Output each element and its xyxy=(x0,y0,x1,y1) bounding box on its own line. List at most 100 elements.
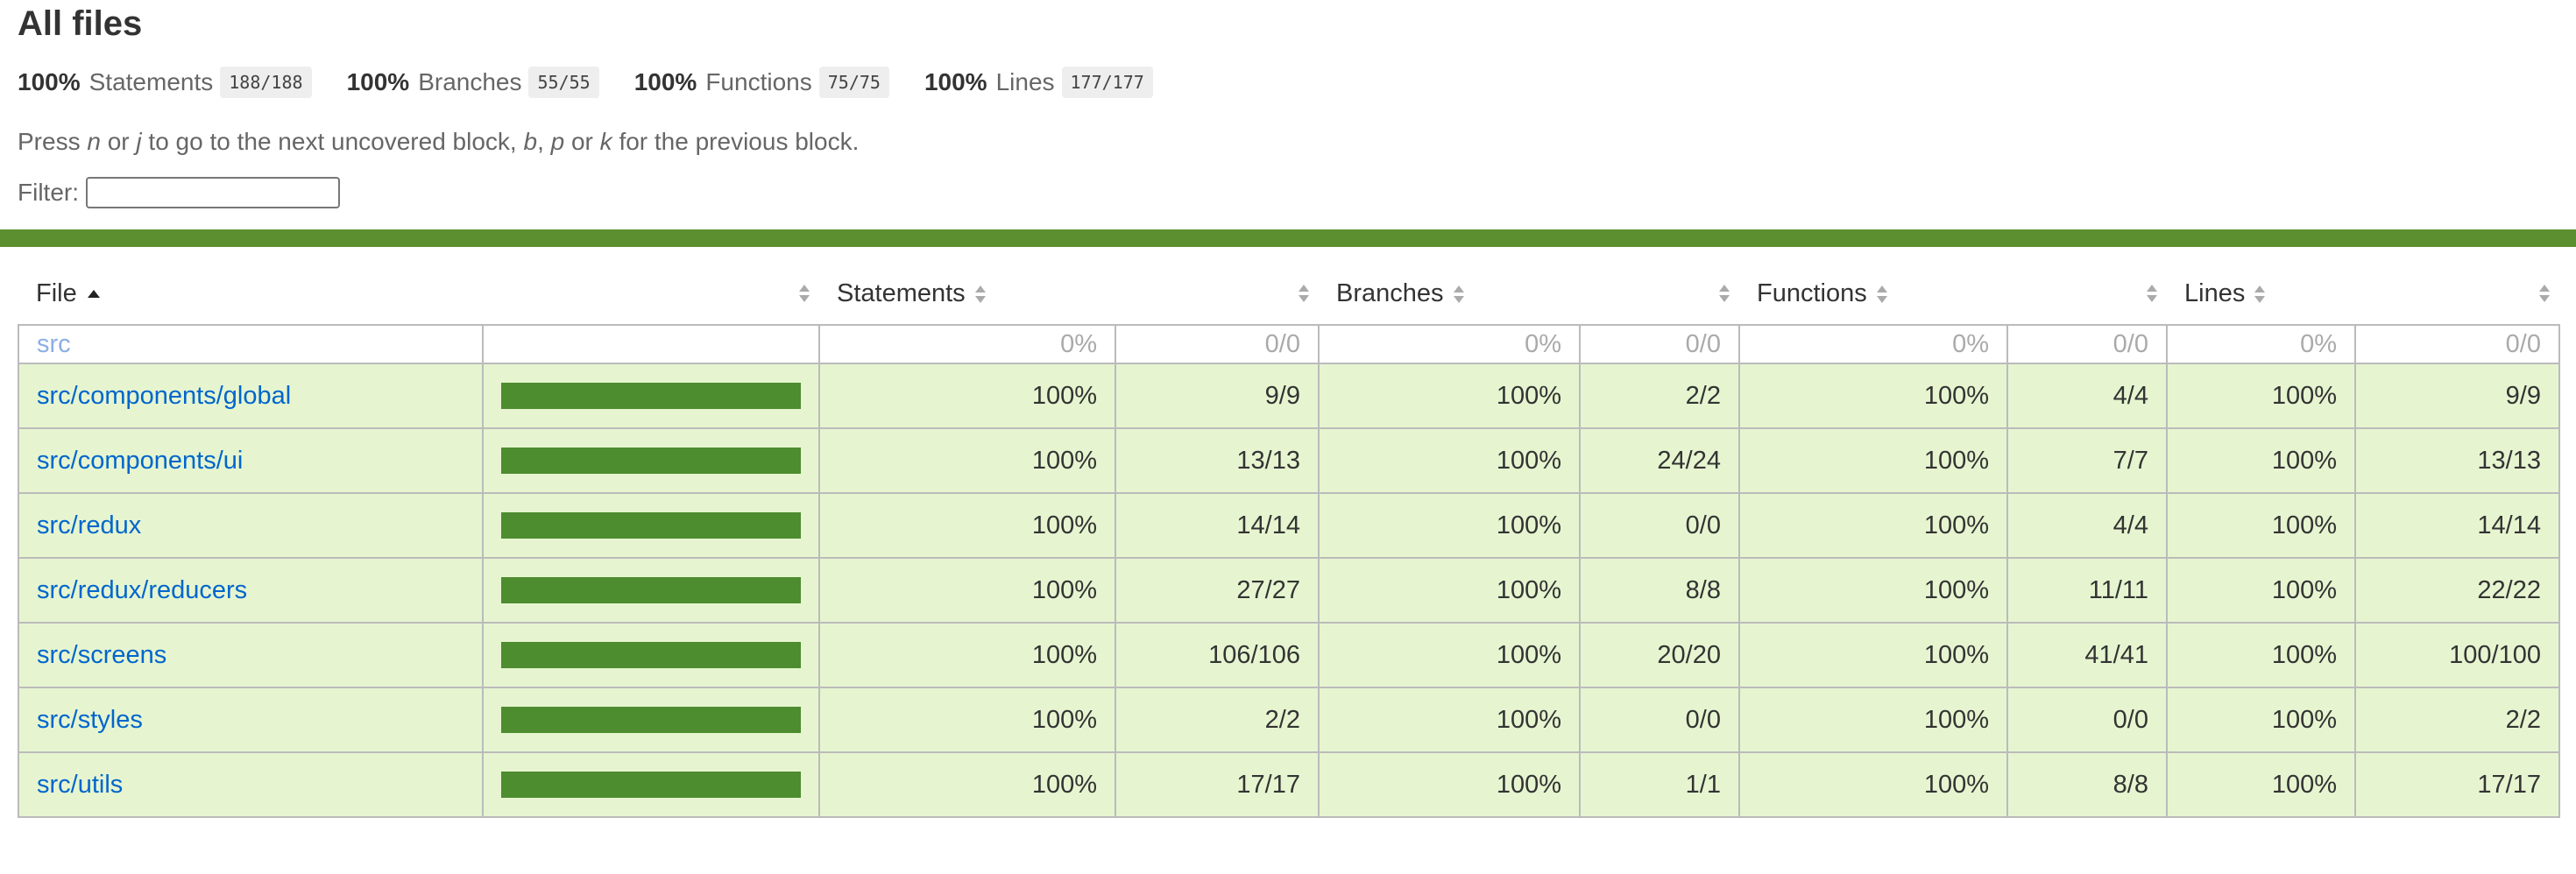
file-link[interactable]: src/components/ui xyxy=(37,447,243,475)
branches-pct: 100% xyxy=(1318,557,1581,624)
header-label: Statements xyxy=(837,278,966,307)
statements-pct: 100% xyxy=(818,363,1116,429)
lines-fraction: 0/0 xyxy=(2354,324,2560,364)
lines-pct: 100% xyxy=(2166,492,2356,559)
branches-fraction: 0/0 xyxy=(1579,687,1740,753)
lines-fraction: 2/2 xyxy=(2354,687,2560,753)
branches-pct: 0% xyxy=(1318,324,1581,364)
file-link[interactable]: src/redux xyxy=(37,511,141,539)
header-lines[interactable]: Lines xyxy=(2167,263,2355,325)
summary-statements: 100% Statements 188/188 xyxy=(18,67,312,98)
hint-text: , xyxy=(537,128,551,155)
lines-pct: 100% xyxy=(2166,622,2356,688)
coverage-bar-cell xyxy=(482,687,820,753)
summary-pct: 100% xyxy=(18,68,81,95)
hint-text: or xyxy=(564,128,600,155)
sort-icon xyxy=(798,284,810,303)
hint-key: p xyxy=(550,128,565,155)
coverage-bar-fill xyxy=(501,642,801,668)
header-functions[interactable]: Functions xyxy=(1739,263,2007,325)
table-row: src/components/global 100% 9/9 100% 2/2 100% 4… xyxy=(18,363,2560,429)
filter-label: Filter: xyxy=(18,179,79,206)
file-link[interactable]: src/components/global xyxy=(37,382,291,410)
statements-pct: 100% xyxy=(818,427,1116,494)
branches-pct: 100% xyxy=(1318,751,1581,818)
functions-pct: 100% xyxy=(1738,687,2008,753)
sort-icon xyxy=(1298,284,1310,303)
header-branches-raw[interactable] xyxy=(1580,263,1739,325)
coverage-bar xyxy=(501,707,801,733)
table-row: src 0% 0/0 0% 0/0 0% 0/0 0% 0/0 xyxy=(18,324,2560,364)
coverage-summary: 100% Statements 188/188 100% Branches 55… xyxy=(18,47,2558,117)
functions-fraction: 0/0 xyxy=(2006,324,2168,364)
header-lines-raw[interactable] xyxy=(2355,263,2559,325)
summary-lines: 100% Lines 177/177 xyxy=(924,67,1153,98)
header-label: Branches xyxy=(1336,278,1444,307)
summary-label: Lines xyxy=(995,68,1055,95)
branches-pct: 100% xyxy=(1318,363,1581,429)
file-cell: src xyxy=(18,324,484,364)
file-link[interactable]: src xyxy=(37,330,71,358)
branches-pct: 100% xyxy=(1318,427,1581,494)
lines-pct: 100% xyxy=(2166,687,2356,753)
file-link[interactable]: src/utils xyxy=(37,771,123,799)
branches-fraction: 2/2 xyxy=(1579,363,1740,429)
summary-fraction: 75/75 xyxy=(818,67,889,98)
statements-pct: 100% xyxy=(818,492,1116,559)
table-header: File Statements Branches Functions Lines xyxy=(18,263,2559,325)
hint-text: to go to the next uncovered block, xyxy=(141,128,524,155)
branches-fraction: 20/20 xyxy=(1579,622,1740,688)
sort-ascending-icon xyxy=(87,290,100,299)
coverage-bar-fill xyxy=(501,512,801,539)
lines-pct: 100% xyxy=(2166,427,2356,494)
sort-icon xyxy=(2538,284,2551,303)
lines-fraction: 14/14 xyxy=(2354,492,2560,559)
lines-fraction: 100/100 xyxy=(2354,622,2560,688)
summary-label: Branches xyxy=(418,68,522,95)
file-cell: src/components/global xyxy=(18,363,484,429)
header-statements[interactable]: Statements xyxy=(819,263,1115,325)
branches-fraction: 24/24 xyxy=(1579,427,1740,494)
filter-input[interactable] xyxy=(86,177,340,208)
file-link[interactable]: src/screens xyxy=(37,641,166,669)
sort-icon xyxy=(974,285,987,304)
statements-pct: 100% xyxy=(818,751,1116,818)
summary-pct: 100% xyxy=(346,68,410,95)
functions-fraction: 4/4 xyxy=(2006,363,2168,429)
file-cell: src/utils xyxy=(18,751,484,818)
file-link[interactable]: src/styles xyxy=(37,706,143,734)
hint-key: n xyxy=(87,128,101,155)
sort-icon xyxy=(2254,285,2266,304)
coverage-table: File Statements Branches Functions Lines… xyxy=(18,263,2560,818)
table-row: src/redux/reducers 100% 27/27 100% 8/8 100% 11… xyxy=(18,557,2560,624)
coverage-bar-cell xyxy=(482,324,820,364)
header-statements-raw[interactable] xyxy=(1115,263,1319,325)
header-file-bar[interactable] xyxy=(483,263,819,325)
table-row: src/screens 100% 106/106 100% 20/20 100% 41/41… xyxy=(18,622,2560,688)
statements-fraction: 106/106 xyxy=(1115,622,1320,688)
branches-pct: 100% xyxy=(1318,622,1581,688)
functions-fraction: 8/8 xyxy=(2006,751,2168,818)
branches-fraction: 8/8 xyxy=(1579,557,1740,624)
header-file[interactable]: File xyxy=(18,263,483,325)
coverage-bar-cell xyxy=(482,622,820,688)
branches-pct: 100% xyxy=(1318,492,1581,559)
statements-fraction: 13/13 xyxy=(1115,427,1320,494)
statements-fraction: 2/2 xyxy=(1115,687,1320,753)
file-link[interactable]: src/redux/reducers xyxy=(37,576,247,604)
functions-pct: 100% xyxy=(1738,427,2008,494)
header-label: File xyxy=(36,278,77,307)
coverage-bar-cell xyxy=(482,363,820,429)
coverage-bar-cell xyxy=(482,492,820,559)
statements-pct: 100% xyxy=(818,687,1116,753)
functions-pct: 100% xyxy=(1738,363,2008,429)
branches-fraction: 0/0 xyxy=(1579,492,1740,559)
lines-pct: 100% xyxy=(2166,751,2356,818)
coverage-bar-cell xyxy=(482,427,820,494)
summary-fraction: 55/55 xyxy=(528,67,599,98)
header-functions-raw[interactable] xyxy=(2007,263,2167,325)
header-branches[interactable]: Branches xyxy=(1319,263,1580,325)
lines-pct: 100% xyxy=(2166,363,2356,429)
coverage-bar-cell xyxy=(482,557,820,624)
lines-pct: 0% xyxy=(2166,324,2356,364)
